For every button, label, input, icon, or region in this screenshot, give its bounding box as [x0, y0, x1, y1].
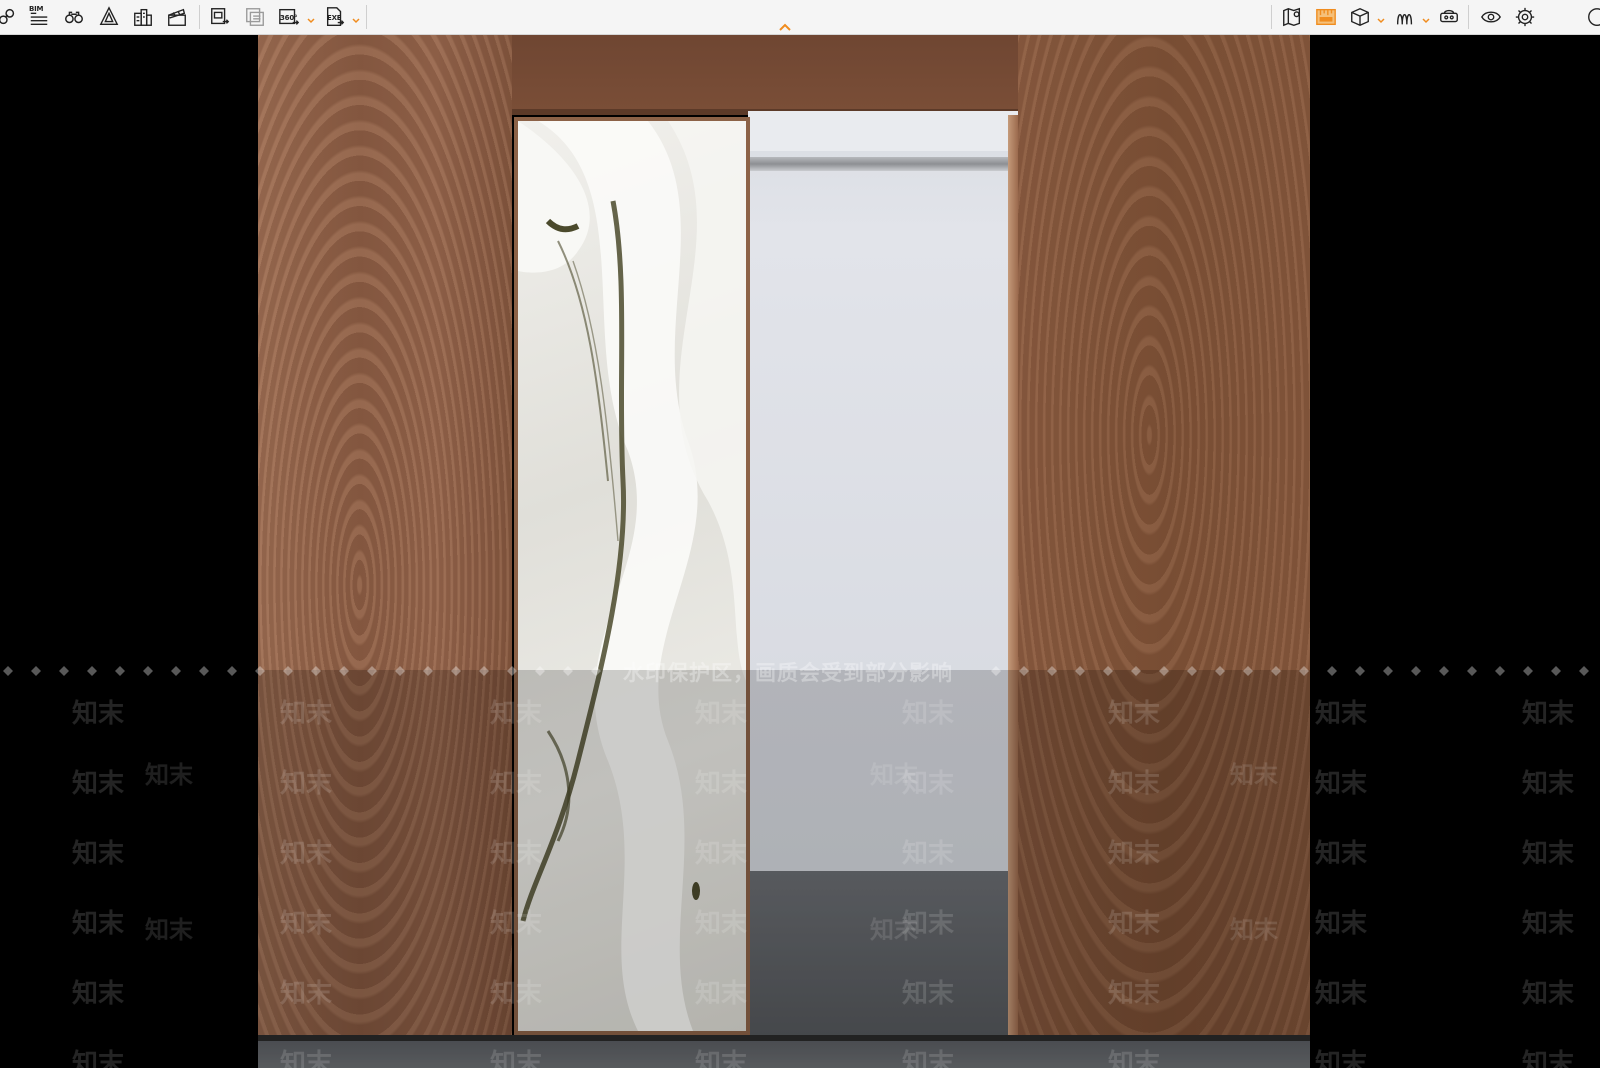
- prism-view-icon: [99, 6, 119, 26]
- animation-button[interactable]: [162, 3, 192, 31]
- cube-dropdown-caret[interactable]: [1376, 12, 1386, 24]
- watermark-brand-text: 知末: [72, 909, 125, 939]
- vr-button[interactable]: [1434, 3, 1464, 31]
- watermark-brand-text: 知末: [1315, 1049, 1368, 1068]
- panorama-button[interactable]: 360°: [274, 3, 304, 31]
- watermark-brand-text: 知末: [145, 761, 193, 789]
- doorway-jamb: [1008, 115, 1018, 1035]
- watermark-brand-text: 知末: [1522, 979, 1575, 1009]
- toolbar-separator: [199, 5, 200, 29]
- render-scene: [258, 35, 1310, 1068]
- ruler-highlight-icon: [1316, 8, 1336, 26]
- right-wood-wall-panel: [1018, 35, 1310, 1035]
- help-icon: [1588, 8, 1600, 26]
- path-dropdown-caret[interactable]: [1421, 12, 1431, 24]
- watermark-brand-text: 知末: [72, 1049, 125, 1068]
- watermark-brand-text: 知末: [1315, 839, 1368, 869]
- toolbar-separator: [1468, 5, 1469, 29]
- path-button[interactable]: [1390, 3, 1420, 31]
- buildings-icon: [134, 8, 152, 26]
- render-image-button[interactable]: [205, 3, 235, 31]
- image-export-icon: [211, 8, 230, 25]
- abstract-brushstroke-art: [518, 121, 746, 1031]
- 3d-viewport[interactable]: 水印保护区，画质会受到部分影响 知末 知末 知末 知末 知末 知末 知末 知末 知末 知末 知末 知末…: [0, 35, 1600, 1068]
- panorama-badge: 360°: [280, 14, 298, 22]
- walkthrough-button[interactable]: [59, 3, 89, 31]
- chevron-down-icon: [307, 18, 315, 24]
- buildings-button[interactable]: [128, 3, 158, 31]
- toolbar-separator: [366, 5, 367, 29]
- watermark-brand-text: 知末: [1315, 979, 1368, 1009]
- watermark-brand-text: 知末: [72, 839, 125, 869]
- batch-image-icon: [246, 8, 264, 26]
- cube-icon: [1351, 7, 1369, 27]
- sliding-art-door: [514, 117, 750, 1035]
- settings-button[interactable]: [1510, 3, 1540, 31]
- bim-button[interactable]: BIM: [24, 3, 54, 31]
- watermark-brand-text: 知末: [145, 916, 193, 944]
- map-pin-icon: [1283, 7, 1301, 27]
- door-artwork: [518, 121, 746, 1031]
- sliding-door-track: [748, 157, 1010, 171]
- link-icon: [0, 8, 15, 25]
- top-toolbar: BIM 360° EXE: [0, 0, 1600, 35]
- doorway-opening: [748, 111, 1018, 1035]
- watermark-brand-text: 知末: [1315, 769, 1368, 799]
- exe-badge: EXE: [327, 14, 342, 22]
- watermark-brand-text: 知末: [1522, 769, 1575, 799]
- chevron-down-icon: [352, 18, 360, 24]
- watermark-brand-text: 知末: [72, 979, 125, 1009]
- exe-export-button[interactable]: EXE: [320, 3, 350, 31]
- collapse-toolbar-toggle[interactable]: [776, 20, 794, 32]
- map-button[interactable]: [1277, 3, 1307, 31]
- watermark-brand-text: 知末: [1522, 1049, 1575, 1068]
- help-button[interactable]: [1582, 3, 1600, 31]
- chevron-up-icon: [779, 23, 791, 31]
- watermark-brand-text: 知末: [72, 769, 125, 799]
- cube-button[interactable]: [1345, 3, 1375, 31]
- batch-render-button[interactable]: [240, 3, 270, 31]
- ruler-button[interactable]: [1311, 3, 1341, 31]
- visibility-button[interactable]: [1476, 3, 1506, 31]
- eye-icon: [1481, 11, 1501, 23]
- watermark-brand-text: 知末: [1522, 699, 1575, 729]
- chevron-down-icon: [1422, 18, 1430, 24]
- left-wood-wall-panel: [258, 35, 512, 1035]
- watermark-brand-text: 知末: [1522, 909, 1575, 939]
- binoculars-icon: [65, 11, 83, 24]
- watermark-brand-text: 知末: [1522, 839, 1575, 869]
- exe-dropdown-caret[interactable]: [351, 12, 361, 24]
- watermark-brand-text: 知末: [1315, 699, 1368, 729]
- link-button[interactable]: [0, 3, 22, 31]
- bim-badge: BIM: [29, 5, 44, 13]
- vr-headset-icon: [1440, 9, 1458, 23]
- watermark-brand-text: 知末: [1315, 909, 1368, 939]
- clapperboard-icon: [168, 8, 186, 26]
- toolbar-separator: [1271, 5, 1272, 29]
- watermark-brand-text: 知末: [72, 699, 125, 729]
- gear-icon: [1515, 7, 1535, 27]
- perspective-button[interactable]: [94, 3, 124, 31]
- floor-baseboard: [258, 1035, 1310, 1068]
- panorama-dropdown-caret[interactable]: [306, 12, 316, 24]
- door-header-beam: [512, 35, 1018, 111]
- chevron-down-icon: [1377, 18, 1385, 24]
- path-icon: [1396, 14, 1413, 25]
